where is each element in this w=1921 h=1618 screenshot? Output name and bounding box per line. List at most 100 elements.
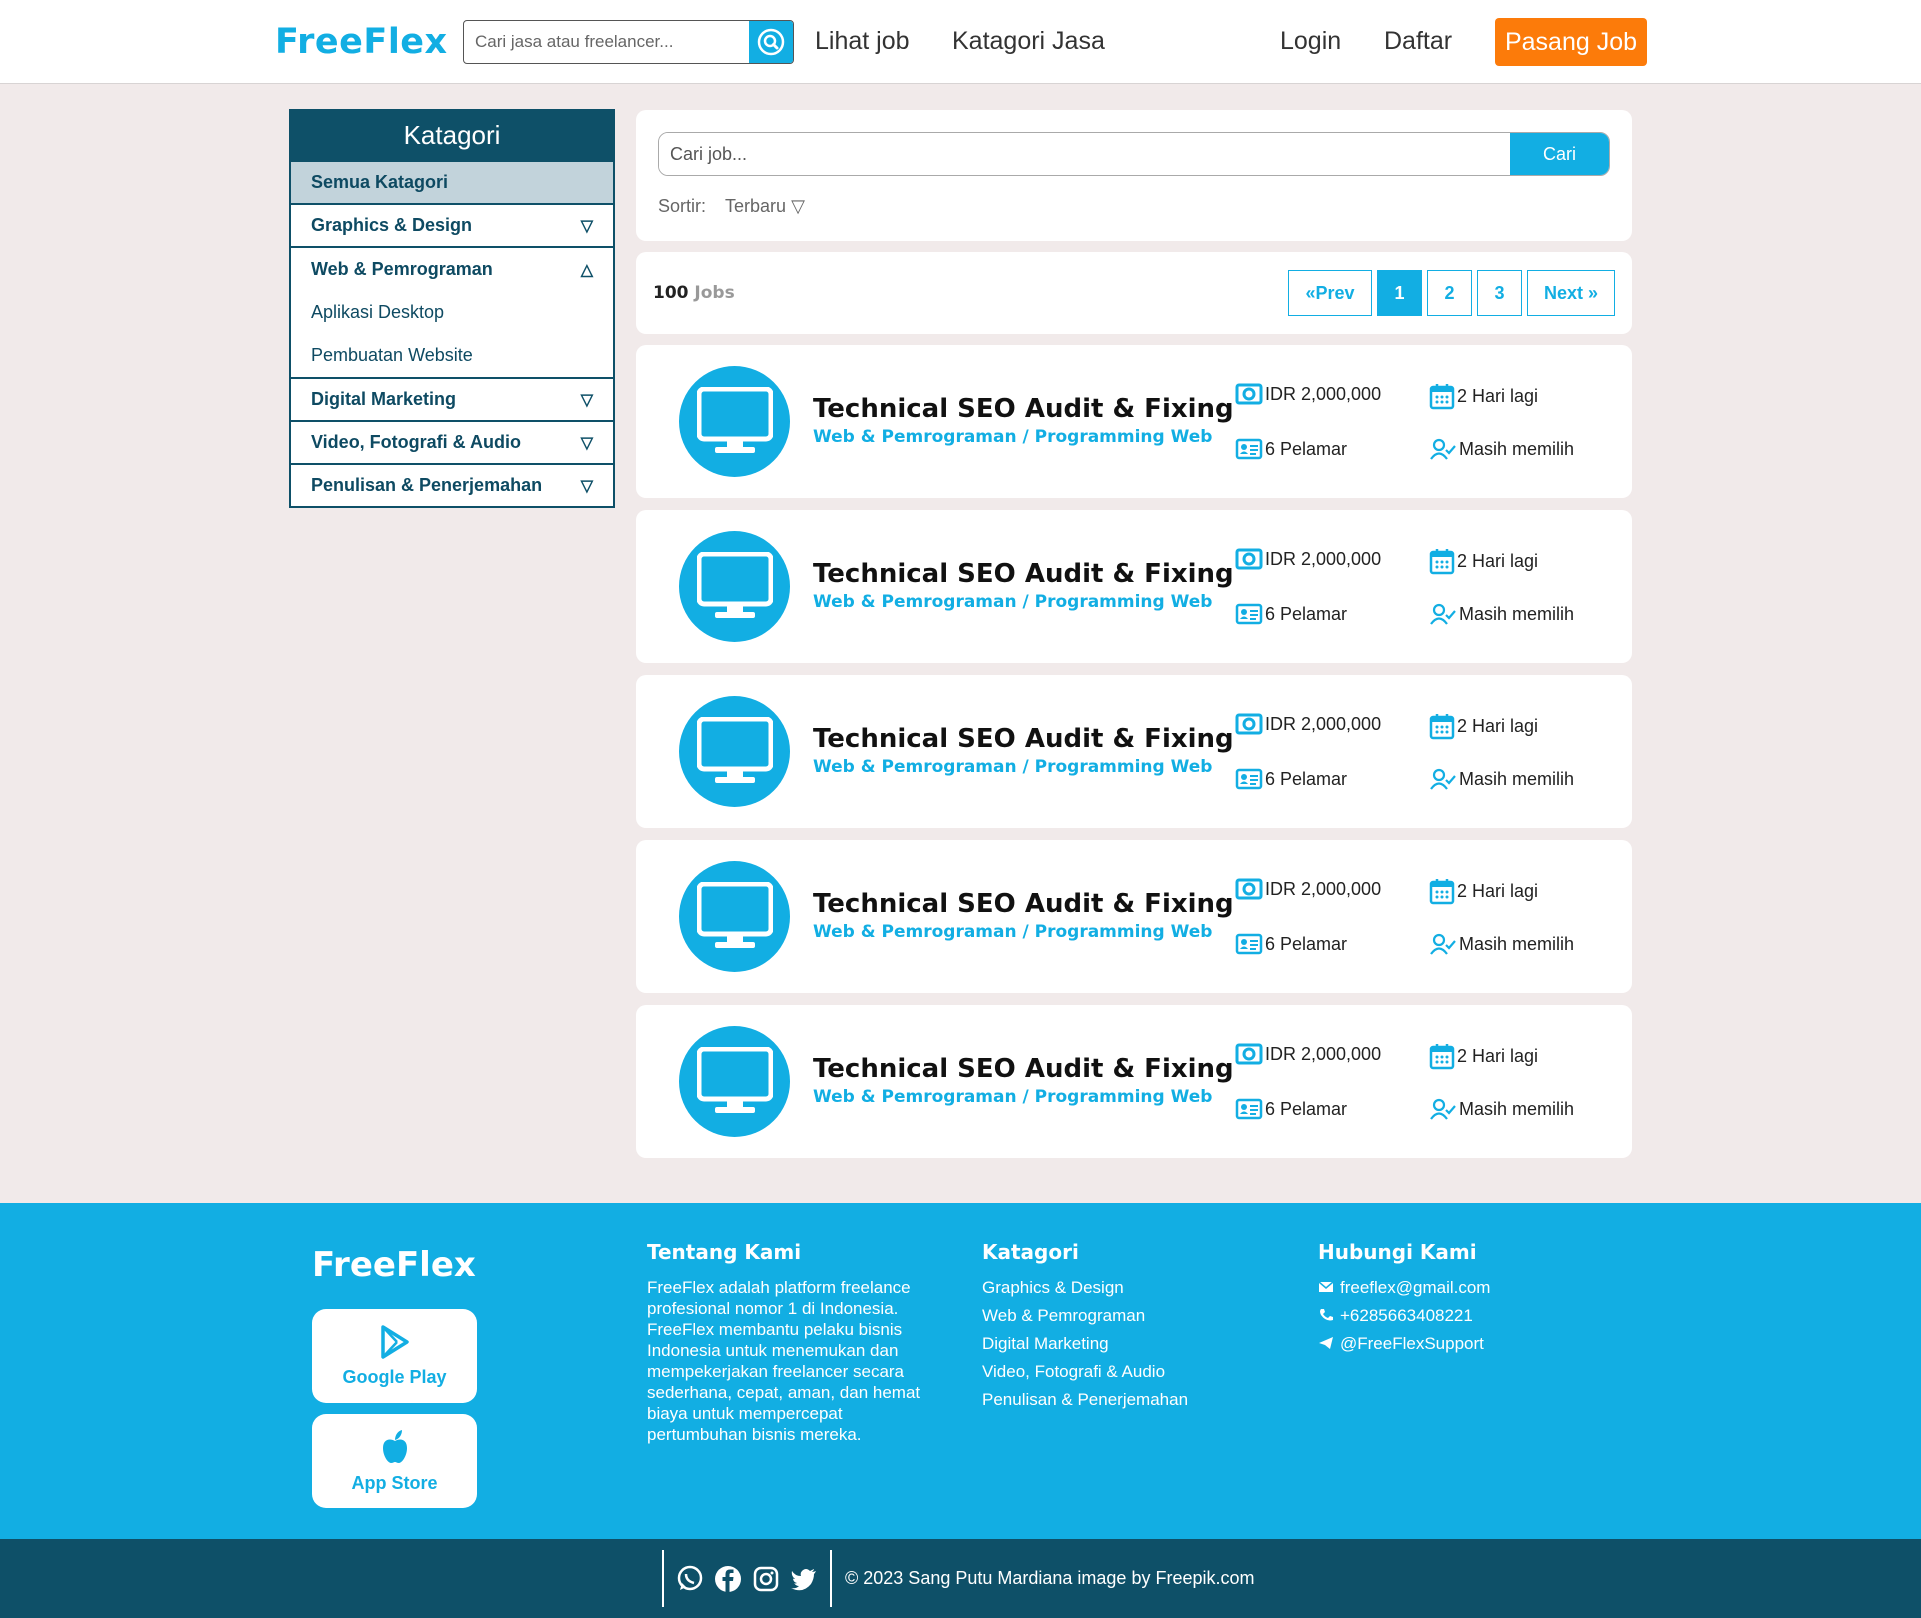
job-deadline: 2 Hari lagi	[1429, 1042, 1538, 1070]
cari-button[interactable]: Cari	[1510, 133, 1609, 175]
prev-page-button[interactable]: «Prev	[1288, 270, 1372, 316]
google-play-icon	[380, 1324, 409, 1359]
sidebar-item-digital-marketing[interactable]: Digital Marketing ▽	[289, 379, 615, 422]
contact-phone[interactable]: +6285663408221	[1318, 1305, 1490, 1333]
mail-icon	[1318, 1281, 1334, 1292]
sidebar-item-video[interactable]: Video, Fotografi & Audio ▽	[289, 422, 615, 465]
job-applicants: 6 Pelamar	[1235, 437, 1347, 461]
next-page-button[interactable]: Next »	[1527, 270, 1615, 316]
job-status: Masih memilih	[1429, 602, 1574, 626]
job-deadline: 2 Hari lagi	[1429, 877, 1538, 905]
whatsapp-icon[interactable]	[676, 1565, 704, 1593]
footer-category-link[interactable]: Penulisan & Penerjemahan	[982, 1389, 1188, 1417]
sidebar-title: Katagori	[289, 109, 615, 162]
job-category[interactable]: Web & Pemrograman / Programming Web	[813, 922, 1212, 942]
job-card[interactable]: Technical SEO Audit & Fixing Web & Pemro…	[636, 675, 1632, 828]
footer-categories: Graphics & Design Web & Pemrograman Digi…	[982, 1277, 1188, 1417]
job-card[interactable]: Technical SEO Audit & Fixing Web & Pemro…	[636, 510, 1632, 663]
id-card-icon	[1235, 933, 1263, 955]
footer-category-link[interactable]: Video, Fotografi & Audio	[982, 1361, 1188, 1389]
job-status: Masih memilih	[1429, 932, 1574, 956]
sidebar-item-web[interactable]: Web & Pemrograman △	[289, 248, 615, 291]
job-deadline: 2 Hari lagi	[1429, 547, 1538, 575]
job-search-panel: Cari Sortir: Terbaru ▽	[636, 110, 1632, 241]
job-title[interactable]: Technical SEO Audit & Fixing	[813, 724, 1234, 754]
job-category[interactable]: Web & Pemrograman / Programming Web	[813, 1087, 1212, 1107]
job-count-number: 100	[653, 283, 689, 303]
footer-category-link[interactable]: Graphics & Design	[982, 1277, 1188, 1305]
sidebar-item-semua[interactable]: Semua Katagori	[289, 162, 615, 205]
page-2-button[interactable]: 2	[1427, 270, 1472, 316]
pasang-job-button[interactable]: Pasang Job	[1495, 18, 1647, 66]
footer-category-link[interactable]: Web & Pemrograman	[982, 1305, 1188, 1333]
sidebar-subitem-aplikasi-desktop[interactable]: Aplikasi Desktop	[311, 291, 593, 334]
monitor-icon	[696, 551, 773, 618]
results-header: 100 Jobs «Prev 1 2 3 Next »	[636, 252, 1632, 334]
footer-category-link[interactable]: Digital Marketing	[982, 1333, 1188, 1361]
job-budget: IDR 2,000,000	[1235, 547, 1381, 571]
sort-control: Sortir: Terbaru ▽	[658, 196, 805, 217]
contact-telegram[interactable]: @FreeFlexSupport	[1318, 1333, 1490, 1361]
job-avatar	[679, 861, 790, 972]
facebook-icon[interactable]	[714, 1565, 742, 1593]
monitor-icon	[696, 1046, 773, 1113]
nav-lihat-job[interactable]: Lihat job	[815, 27, 910, 56]
footer-logo[interactable]: FreeFlex	[312, 1245, 476, 1285]
job-title[interactable]: Technical SEO Audit & Fixing	[813, 559, 1234, 589]
job-applicants: 6 Pelamar	[1235, 1097, 1347, 1121]
job-status: Masih memilih	[1429, 767, 1574, 791]
sidebar-item-label: Video, Fotografi & Audio	[311, 432, 521, 452]
job-deadline-text: 2 Hari lagi	[1457, 1045, 1539, 1066]
calendar-icon	[1429, 1044, 1455, 1070]
page-1-button[interactable]: 1	[1377, 270, 1422, 316]
nav-login[interactable]: Login	[1280, 27, 1341, 56]
twitter-icon[interactable]	[790, 1565, 818, 1593]
chevron-down-icon: ▽	[580, 391, 593, 409]
job-title[interactable]: Technical SEO Audit & Fixing	[813, 889, 1234, 919]
app-store-button[interactable]: App Store	[312, 1414, 477, 1508]
page-3-button[interactable]: 3	[1477, 270, 1522, 316]
job-applicants-text: 6 Pelamar	[1265, 1098, 1348, 1119]
job-category[interactable]: Web & Pemrograman / Programming Web	[813, 757, 1212, 777]
job-budget-text: IDR 2,000,000	[1265, 1043, 1382, 1064]
sidebar-item-penulisan[interactable]: Penulisan & Penerjemahan ▽	[289, 465, 615, 508]
job-applicants-text: 6 Pelamar	[1265, 603, 1348, 624]
job-category[interactable]: Web & Pemrograman / Programming Web	[813, 427, 1212, 447]
job-applicants-text: 6 Pelamar	[1265, 438, 1348, 459]
user-check-icon	[1430, 438, 1456, 460]
nav-katagori-jasa[interactable]: Katagori Jasa	[952, 27, 1105, 56]
global-search-button[interactable]	[749, 21, 793, 63]
chevron-down-icon: ▽	[580, 217, 593, 235]
job-budget: IDR 2,000,000	[1235, 712, 1381, 736]
job-category[interactable]: Web & Pemrograman / Programming Web	[813, 592, 1212, 612]
job-card[interactable]: Technical SEO Audit & Fixing Web & Pemro…	[636, 345, 1632, 498]
job-applicants: 6 Pelamar	[1235, 767, 1347, 791]
contact-telegram-text: @FreeFlexSupport	[1340, 1334, 1484, 1353]
job-deadline: 2 Hari lagi	[1429, 382, 1538, 410]
logo[interactable]: FreeFlex	[275, 22, 448, 62]
contact-email[interactable]: freeflex@gmail.com	[1318, 1277, 1490, 1305]
job-budget-text: IDR 2,000,000	[1265, 713, 1382, 734]
job-title[interactable]: Technical SEO Audit & Fixing	[813, 394, 1234, 424]
global-search-input[interactable]	[464, 21, 751, 63]
job-card[interactable]: Technical SEO Audit & Fixing Web & Pemro…	[636, 840, 1632, 993]
id-card-icon	[1235, 1098, 1263, 1120]
sort-label: Sortir:	[658, 196, 707, 216]
divider	[830, 1550, 832, 1607]
job-search-input[interactable]	[659, 133, 1511, 175]
job-title[interactable]: Technical SEO Audit & Fixing	[813, 1054, 1234, 1084]
job-budget-text: IDR 2,000,000	[1265, 383, 1382, 404]
sidebar-item-label: Penulisan & Penerjemahan	[311, 475, 543, 495]
job-status-text: Masih memilih	[1459, 933, 1575, 954]
pagination: «Prev 1 2 3 Next »	[1288, 270, 1615, 316]
sort-dropdown[interactable]: Terbaru ▽	[725, 196, 805, 216]
instagram-icon[interactable]	[752, 1565, 780, 1593]
google-play-label: Google Play	[342, 1366, 447, 1387]
monitor-icon	[696, 716, 773, 783]
sidebar-subitem-pembuatan-website[interactable]: Pembuatan Website	[311, 334, 593, 377]
nav-daftar[interactable]: Daftar	[1384, 27, 1452, 56]
contact-list: freeflex@gmail.com +6285663408221 @FreeF…	[1318, 1277, 1490, 1361]
sidebar-item-graphics[interactable]: Graphics & Design ▽	[289, 205, 615, 248]
google-play-button[interactable]: Google Play	[312, 1309, 477, 1403]
job-card[interactable]: Technical SEO Audit & Fixing Web & Pemro…	[636, 1005, 1632, 1158]
